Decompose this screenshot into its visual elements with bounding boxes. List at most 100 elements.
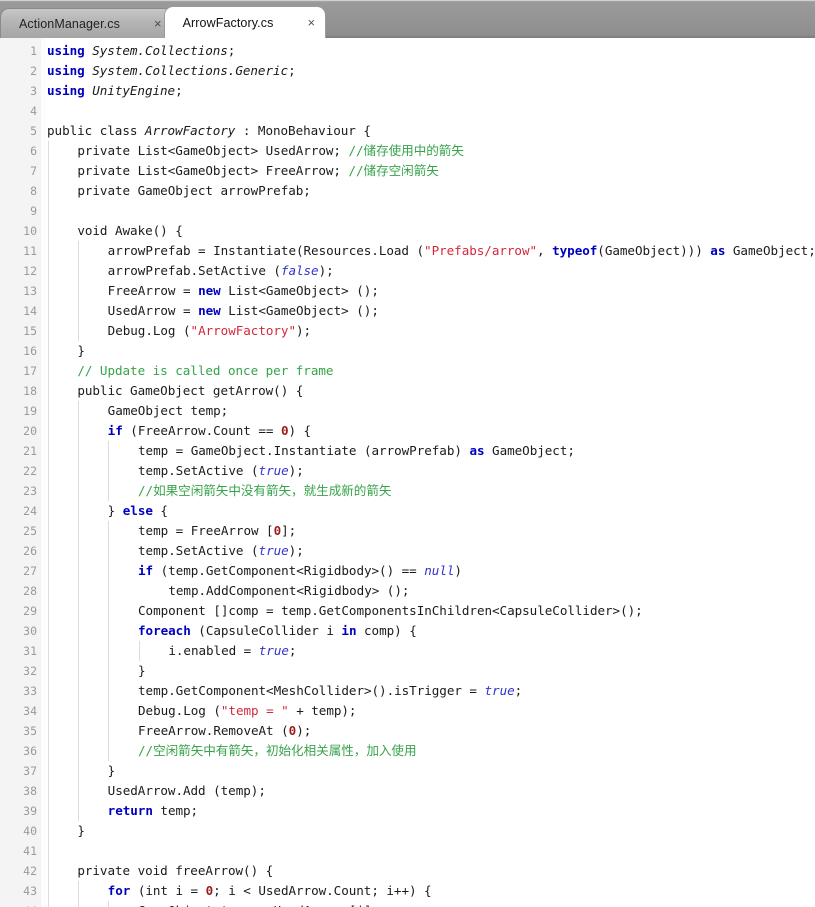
code-line[interactable]: for (int i = 0; i < UsedArrow.Count; i++…: [108, 881, 432, 901]
code-line[interactable]: void Awake() {: [77, 221, 183, 241]
code-content[interactable]: using System.Collections; using System.Co…: [47, 38, 815, 907]
code-line[interactable]: temp.GetComponent<MeshCollider>().isTrig…: [138, 681, 522, 701]
line-number: 27: [23, 564, 37, 578]
code-line[interactable]: private void freeArrow() {: [77, 861, 273, 881]
code-line[interactable]: Component []comp = temp.GetComponentsInC…: [138, 601, 643, 621]
code-token: FreeArrow =: [107, 283, 199, 298]
code-token: }: [107, 503, 123, 518]
line-number: 28: [23, 584, 37, 598]
code-line[interactable]: temp.AddComponent<Rigidbody> ();: [168, 581, 409, 601]
code-line[interactable]: if (FreeArrow.Count == 0) {: [108, 421, 311, 441]
code-line[interactable]: //如果空闲箭矢中没有箭矢，就生成新的箭矢: [138, 481, 391, 501]
code-line[interactable]: if (temp.GetComponent<Rigidbody>() == nu…: [138, 561, 462, 581]
code-line[interactable]: temp = FreeArrow [0];: [138, 521, 296, 541]
code-token: Debug.Log (: [138, 703, 221, 718]
code-token: ; i < UsedArrow.Count; i++) {: [213, 883, 432, 898]
code-token: private List<GameObject> FreeArrow;: [77, 163, 349, 178]
code-line[interactable]: using System.Collections.Generic;: [47, 61, 296, 81]
line-number: 34: [23, 704, 37, 718]
tab-arrow-factory[interactable]: ArrowFactory.cs ×: [163, 6, 327, 38]
line-number: 36: [23, 744, 37, 758]
code-line[interactable]: i.enabled = true;: [168, 641, 296, 661]
code-token: GameObject temp;: [107, 403, 229, 418]
code-token: null: [424, 563, 455, 578]
line-number: 1: [30, 44, 37, 58]
code-token: temp = GameObject.Instantiate (arrowPref…: [138, 443, 470, 458]
code-token: ;: [288, 643, 297, 658]
code-token: GameObject;: [725, 243, 815, 258]
code-line[interactable]: GameObject temp = UsedArrow [i];: [138, 901, 379, 907]
code-token: new: [198, 303, 221, 318]
code-line[interactable]: Debug.Log ("temp = " + temp);: [138, 701, 357, 721]
code-token: ,: [537, 243, 553, 258]
code-line[interactable]: using UnityEngine;: [47, 81, 183, 101]
code-token: using: [47, 83, 85, 98]
indent-guide: [77, 401, 79, 821]
code-line[interactable]: arrowPrefab.SetActive (false);: [108, 261, 334, 281]
code-token: "ArrowFactory": [190, 323, 297, 338]
code-token: ;: [175, 83, 183, 98]
code-line[interactable]: public GameObject getArrow() {: [77, 381, 303, 401]
code-token: void Awake() {: [77, 223, 183, 238]
code-line[interactable]: }: [138, 661, 146, 681]
code-line[interactable]: temp.SetActive (true);: [138, 541, 304, 561]
code-line[interactable]: }: [77, 341, 85, 361]
line-number: 41: [23, 844, 37, 858]
code-token: Component []comp = temp.GetComponentsInC…: [138, 603, 643, 618]
code-line[interactable]: GameObject temp;: [108, 401, 229, 421]
line-number: 24: [23, 504, 37, 518]
code-line[interactable]: FreeArrow.RemoveAt (0);: [138, 721, 311, 741]
code-line[interactable]: using System.Collections;: [47, 41, 235, 61]
code-token: System.Collections.Generic: [92, 63, 289, 78]
code-line[interactable]: } else {: [108, 501, 168, 521]
code-token: );: [288, 543, 304, 558]
code-token: ;: [514, 683, 523, 698]
code-token: UsedArrow.Add (temp);: [107, 783, 266, 798]
code-token: // Update is called once per frame: [77, 363, 334, 378]
line-number: 7: [30, 164, 37, 178]
code-line[interactable]: temp = GameObject.Instantiate (arrowPref…: [138, 441, 575, 461]
code-token: : MonoBehaviour {: [235, 123, 371, 138]
code-line[interactable]: }: [108, 761, 116, 781]
code-line[interactable]: foreach (CapsuleCollider i in comp) {: [138, 621, 417, 641]
code-token: in: [341, 623, 357, 638]
line-number: 35: [23, 724, 37, 738]
code-line[interactable]: Debug.Log ("ArrowFactory");: [108, 321, 311, 341]
code-token: (GameObject))): [597, 243, 711, 258]
code-line[interactable]: arrowPrefab = Instantiate(Resources.Load…: [108, 241, 815, 261]
code-token: //如果空闲箭矢中没有箭矢，就生成新的箭矢: [138, 483, 392, 498]
line-number: 18: [23, 384, 37, 398]
code-token: FreeArrow.RemoveAt (: [138, 723, 289, 738]
code-token: );: [318, 263, 334, 278]
code-line[interactable]: private GameObject arrowPrefab;: [77, 181, 311, 201]
code-line[interactable]: }: [77, 821, 85, 841]
tab-bar: ActionManager.cs × ArrowFactory.cs ×: [0, 0, 815, 38]
code-token: temp.GetComponent<MeshCollider>().isTrig…: [138, 683, 485, 698]
code-line[interactable]: UsedArrow = new List<GameObject> ();: [108, 301, 379, 321]
code-token: }: [107, 763, 116, 778]
code-editor[interactable]: 1 2 3 4 5 6 7 8 9 10 11 12 13 14 15 16 17 18 19 20 21 22 23 24 2…: [0, 38, 815, 907]
indent-guide: [138, 641, 140, 661]
indent-guide: [108, 901, 110, 907]
tab-action-manager[interactable]: ActionManager.cs ×: [0, 8, 173, 38]
close-icon[interactable]: ×: [307, 16, 315, 29]
code-line[interactable]: public class ArrowFactory : MonoBehaviou…: [47, 121, 371, 141]
code-line[interactable]: UsedArrow.Add (temp);: [108, 781, 266, 801]
code-token: }: [77, 823, 85, 838]
code-token: true: [258, 643, 289, 658]
code-token: (temp.GetComponent<Rigidbody>() ==: [153, 563, 425, 578]
code-token: ): [454, 563, 462, 578]
code-line[interactable]: private List<GameObject> UsedArrow; //储存…: [77, 141, 464, 161]
code-line[interactable]: //空闲箭矢中有箭矢，初始化相关属性，加入使用: [138, 741, 417, 761]
code-line[interactable]: // Update is called once per frame: [77, 361, 333, 381]
line-number-gutter: 1 2 3 4 5 6 7 8 9 10 11 12 13 14 15 16 17 18 19 20 21 22 23 24 2…: [0, 38, 42, 907]
code-line[interactable]: FreeArrow = new List<GameObject> ();: [108, 281, 379, 301]
code-line[interactable]: temp.SetActive (true);: [138, 461, 304, 481]
line-number: 30: [23, 624, 37, 638]
line-number: 2: [30, 64, 37, 78]
line-number: 31: [23, 644, 37, 658]
line-number: 14: [23, 304, 37, 318]
close-icon[interactable]: ×: [154, 17, 162, 30]
code-line[interactable]: private List<GameObject> FreeArrow; //储存…: [77, 161, 439, 181]
code-line[interactable]: return temp;: [108, 801, 198, 821]
